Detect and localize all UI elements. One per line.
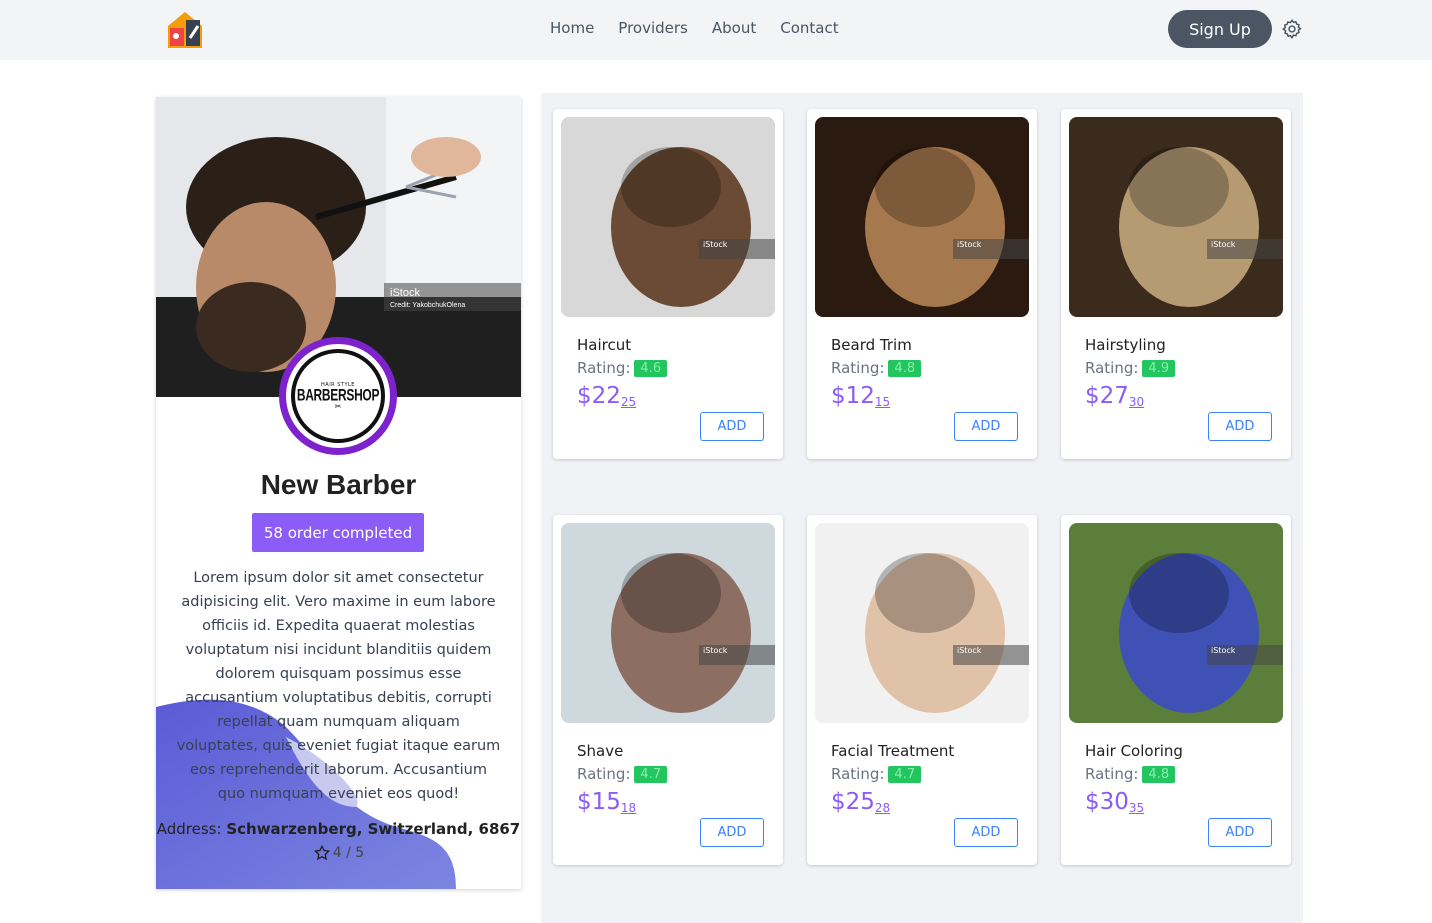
rating-badge: 4.9 xyxy=(1142,359,1176,377)
service-price: $3035 xyxy=(1085,789,1144,815)
price-cents: 35 xyxy=(1128,801,1145,815)
rating-text: 4 / 5 xyxy=(332,845,365,861)
image-watermark: iStock xyxy=(1207,645,1283,665)
rating-label: Rating: xyxy=(577,765,631,783)
image-watermark: iStock xyxy=(953,645,1029,665)
logo-big-text: BARBERSHOP xyxy=(296,384,380,405)
price-main: $22 xyxy=(577,383,621,409)
service-price: $2528 xyxy=(831,789,890,815)
price-main: $25 xyxy=(831,789,875,815)
service-image: iStock xyxy=(815,523,1029,723)
service-rating: Rating: 4.8 xyxy=(831,359,922,377)
service-rating: Rating: 4.9 xyxy=(1085,359,1176,377)
nav-about[interactable]: About xyxy=(712,19,756,37)
provider-address: Address: Schwarzenberg, Switzerland, 686… xyxy=(156,820,521,838)
price-cents: 18 xyxy=(620,801,637,815)
address-value: Schwarzenberg, Switzerland, 6867 xyxy=(226,820,521,838)
service-image: iStock xyxy=(561,117,775,317)
service-rating: Rating: 4.8 xyxy=(1085,765,1176,783)
service-price: $1215 xyxy=(831,383,890,409)
rating-badge: 4.7 xyxy=(634,765,668,783)
gear-icon[interactable] xyxy=(1281,18,1303,40)
image-watermark: iStock xyxy=(699,645,775,665)
service-card[interactable]: iStock Hairstyling Rating: 4.9 $2730 ADD xyxy=(1061,109,1291,459)
rating-label: Rating: xyxy=(831,359,885,377)
service-title: Beard Trim xyxy=(831,336,912,354)
provider-rating: 4 / 5 xyxy=(156,844,521,862)
service-price: $1518 xyxy=(577,789,636,815)
service-title: Hairstyling xyxy=(1085,336,1166,354)
service-title: Facial Treatment xyxy=(831,742,955,760)
service-rating: Rating: 4.7 xyxy=(831,765,922,783)
service-image: iStock xyxy=(815,117,1029,317)
add-button[interactable]: ADD xyxy=(954,412,1018,441)
image-watermark: iStock xyxy=(953,239,1029,259)
signup-button[interactable]: Sign Up xyxy=(1168,10,1272,48)
price-cents: 25 xyxy=(620,395,637,409)
image-watermark: iStock xyxy=(1207,239,1283,259)
rating-badge: 4.8 xyxy=(1142,765,1176,783)
rating-label: Rating: xyxy=(1085,765,1139,783)
price-main: $30 xyxy=(1085,789,1129,815)
add-button[interactable]: ADD xyxy=(700,412,764,441)
cover-watermark: iStock xyxy=(390,287,420,299)
service-image: iStock xyxy=(561,523,775,723)
service-card[interactable]: iStock Shave Rating: 4.7 $1518 ADD xyxy=(553,515,783,865)
service-card[interactable]: iStock Facial Treatment Rating: 4.7 $252… xyxy=(807,515,1037,865)
add-button[interactable]: ADD xyxy=(700,818,764,847)
price-cents: 28 xyxy=(874,801,891,815)
service-image: iStock xyxy=(1069,117,1283,317)
provider-description: Lorem ipsum dolor sit amet consectetur a… xyxy=(176,570,501,802)
rating-badge: 4.7 xyxy=(888,765,922,783)
service-price: $2225 xyxy=(577,383,636,409)
price-main: $27 xyxy=(1085,383,1129,409)
shop-logo-avatar: HAIR STYLE BARBERSHOP ✂ xyxy=(279,337,397,455)
provider-name: New Barber xyxy=(260,469,417,500)
price-cents: 30 xyxy=(1128,395,1145,409)
nav-links: Home Providers About Contact xyxy=(550,19,839,37)
rating-badge: 4.6 xyxy=(634,359,668,377)
price-main: $12 xyxy=(831,383,875,409)
service-rating: Rating: 4.7 xyxy=(577,765,668,783)
address-label: Address: xyxy=(156,820,222,838)
service-title: Hair Coloring xyxy=(1085,742,1183,760)
nav-contact[interactable]: Contact xyxy=(780,19,838,37)
navbar: Home Providers About Contact Sign Up xyxy=(0,0,1432,60)
service-card[interactable]: iStock Haircut Rating: 4.6 $2225 ADD xyxy=(553,109,783,459)
nav-providers[interactable]: Providers xyxy=(618,19,688,37)
house-tools-logo-icon[interactable] xyxy=(164,8,206,50)
service-rating: Rating: 4.6 xyxy=(577,359,668,377)
image-watermark: iStock xyxy=(699,239,775,259)
nav-home[interactable]: Home xyxy=(550,19,594,37)
service-title: Shave xyxy=(577,742,624,760)
service-image: iStock xyxy=(1069,523,1283,723)
rating-badge: 4.8 xyxy=(888,359,922,377)
rating-label: Rating: xyxy=(577,359,631,377)
cover-credit: Credit: YakobchukOlena xyxy=(390,302,465,309)
price-main: $15 xyxy=(577,789,621,815)
rating-label: Rating: xyxy=(831,765,885,783)
service-title: Haircut xyxy=(577,336,632,354)
star-icon xyxy=(313,844,330,861)
add-button[interactable]: ADD xyxy=(1208,412,1272,441)
add-button[interactable]: ADD xyxy=(954,818,1018,847)
provider-profile-card: iStock Credit: YakobchukOlena HAIR STYLE… xyxy=(156,97,521,889)
service-price: $2730 xyxy=(1085,383,1144,409)
service-card[interactable]: iStock Hair Coloring Rating: 4.8 $3035 A… xyxy=(1061,515,1291,865)
add-button[interactable]: ADD xyxy=(1208,818,1272,847)
price-cents: 15 xyxy=(874,395,891,409)
orders-completed-badge: 58 order completed xyxy=(252,513,424,552)
rating-label: Rating: xyxy=(1085,359,1139,377)
service-card[interactable]: iStock Beard Trim Rating: 4.8 $1215 ADD xyxy=(807,109,1037,459)
